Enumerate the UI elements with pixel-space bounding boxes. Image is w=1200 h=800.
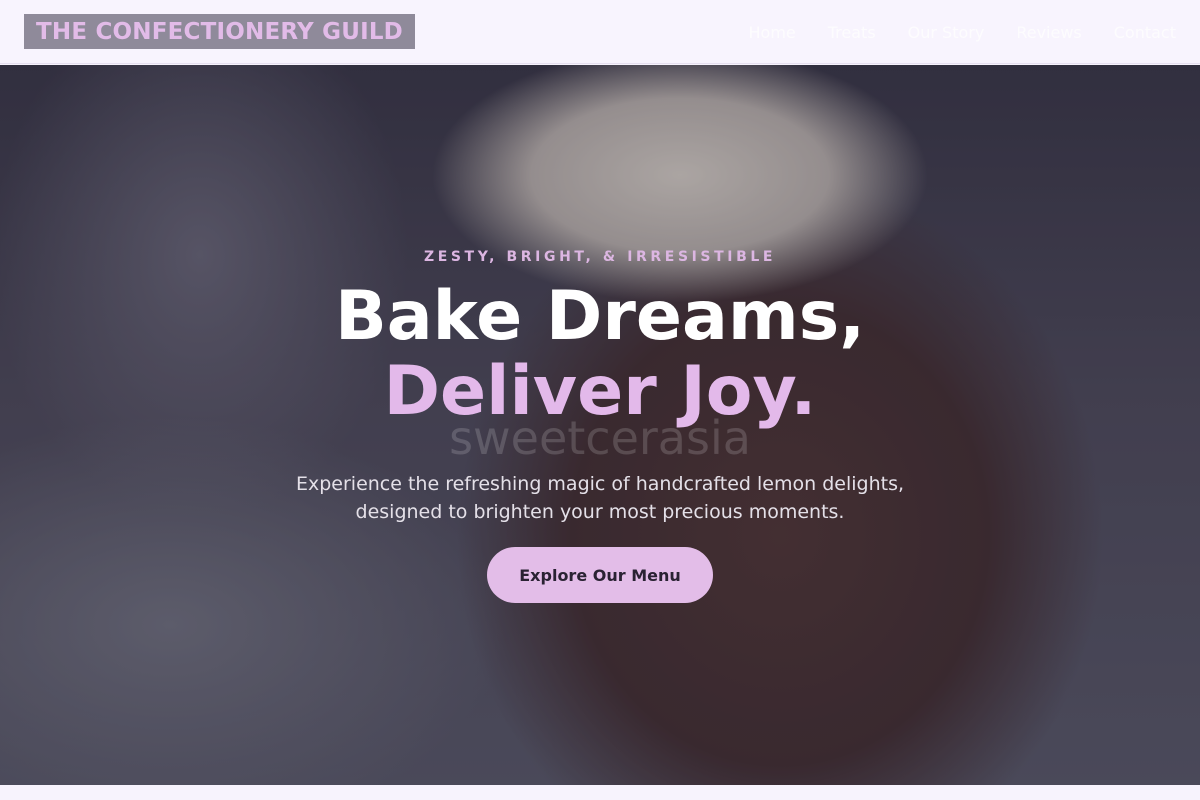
nav-contact-link[interactable]: Contact — [1114, 23, 1176, 42]
site-header: THE CONFECTIONERY GUILD Home Treats Our … — [0, 0, 1200, 64]
main-nav: Home Treats Our Story Reviews Contact — [749, 0, 1177, 64]
nav-home-link[interactable]: Home — [749, 23, 796, 42]
hero-eyebrow: ZESTY, BRIGHT, & IRRESISTIBLE — [423, 249, 777, 265]
image-watermark: sweetcerasia — [449, 411, 751, 465]
nav-our-story-link[interactable]: Our Story — [908, 23, 985, 42]
next-section-edge — [0, 785, 1200, 800]
brand-name: THE CONFECTIONERY GUILD — [36, 18, 403, 45]
explore-menu-button[interactable]: Explore Our Menu — [487, 547, 713, 603]
hero-section: ZESTY, BRIGHT, & IRRESISTIBLE Bake Dream… — [0, 65, 1200, 785]
nav-treats-link[interactable]: Treats — [828, 23, 876, 42]
hero-subtext: Experience the refreshing magic of handc… — [295, 473, 905, 523]
brand-logo[interactable]: THE CONFECTIONERY GUILD — [24, 14, 415, 49]
hero-headline-line1: Bake Dreams, — [334, 277, 866, 356]
nav-reviews-link[interactable]: Reviews — [1016, 23, 1081, 42]
